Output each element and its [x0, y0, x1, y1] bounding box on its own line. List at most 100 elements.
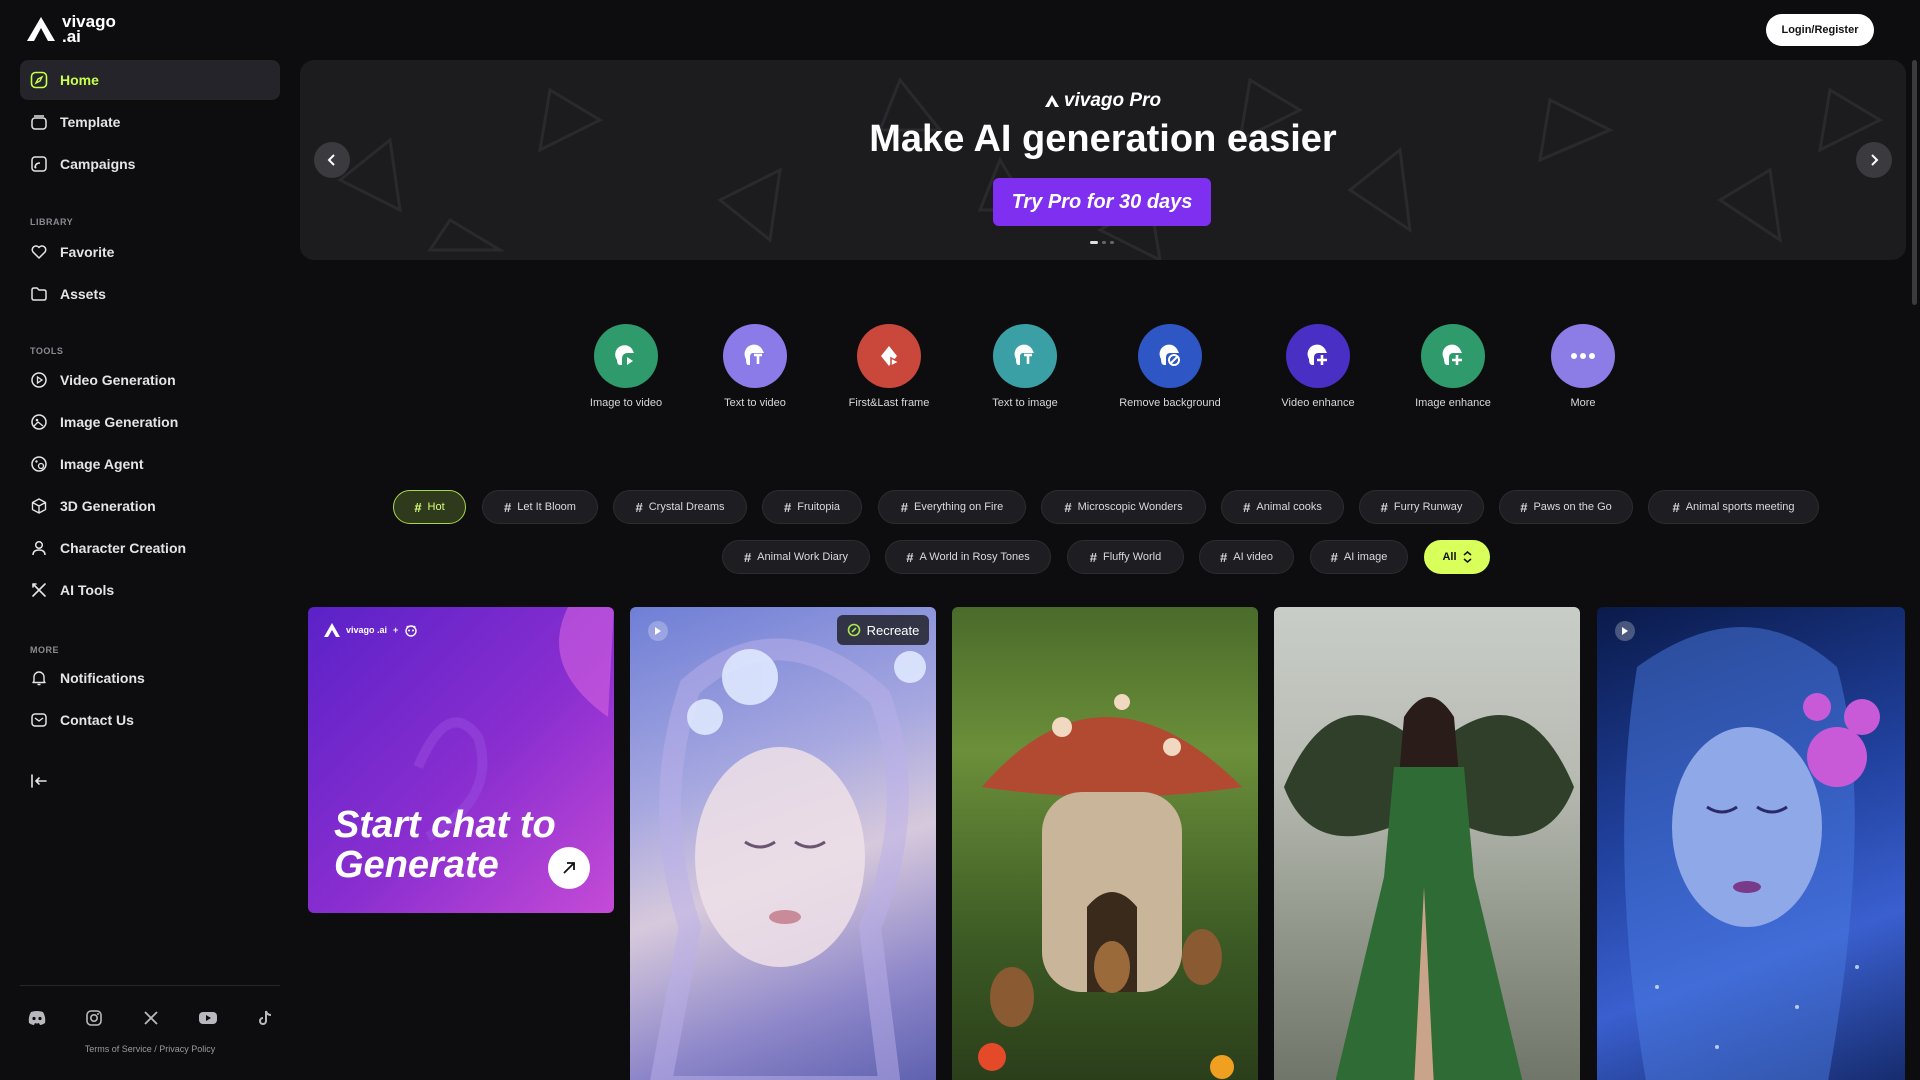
- hash-icon: #: [1672, 499, 1680, 515]
- heart-icon: [31, 245, 47, 259]
- sidebar-item-character-creation[interactable]: Character Creation: [20, 528, 280, 568]
- vivago-logo[interactable]: vivago .ai: [26, 13, 116, 45]
- discord-icon[interactable]: [26, 1008, 48, 1028]
- tiktok-icon[interactable]: [254, 1008, 276, 1028]
- tag-label: Fluffy World: [1102, 551, 1162, 563]
- tag-ai-video[interactable]: # AI video: [1199, 540, 1294, 574]
- sidebar-item-notifications[interactable]: Notifications: [20, 658, 280, 698]
- gallery-card[interactable]: [1597, 607, 1905, 1080]
- sidebar-item-assets[interactable]: Assets: [20, 274, 280, 314]
- agent-icon: [31, 456, 47, 472]
- legal-separator: /: [154, 1044, 157, 1054]
- tag-animal-cooks[interactable]: # Animal cooks: [1221, 490, 1344, 524]
- recreate-label: Recreate: [866, 622, 920, 638]
- cube-icon: [31, 498, 47, 514]
- text-to-video-icon: [723, 324, 787, 388]
- banner-title: Make AI generation easier: [869, 118, 1337, 160]
- banner-dot[interactable]: [1110, 241, 1114, 244]
- vivago-logo-icon: [1044, 95, 1059, 107]
- sidebar-item-label: Notifications: [60, 670, 145, 686]
- legal-links: Terms of Service / Privacy Policy: [0, 1044, 300, 1054]
- tag-label: Crystal Dreams: [648, 501, 725, 513]
- sidebar-item-label: Image Generation: [60, 414, 179, 430]
- sidebar-item-image-generation[interactable]: Image Generation: [20, 402, 280, 442]
- more-dots-icon: [1551, 324, 1615, 388]
- sidebar-item-favorite[interactable]: Favorite: [20, 232, 280, 272]
- collapse-icon: [31, 774, 47, 788]
- banner-dot[interactable]: [1102, 241, 1106, 244]
- banner-next-button[interactable]: [1856, 142, 1892, 178]
- tag-label: All: [1442, 551, 1457, 563]
- sidebar-item-label: Character Creation: [60, 540, 187, 556]
- x-icon[interactable]: [140, 1008, 162, 1028]
- sidebar: vivago .ai Home Template Campaigns LIBRAR…: [0, 0, 290, 1080]
- try-pro-button[interactable]: Try Pro for 30 days: [993, 178, 1211, 226]
- tool-label: More: [1570, 397, 1596, 409]
- tag-microscopic-wonders[interactable]: # Microscopic Wonders: [1041, 490, 1206, 524]
- sidebar-item-template[interactable]: Template: [20, 102, 280, 142]
- tool-remove-background[interactable]: Remove background: [1090, 324, 1250, 409]
- tag-label: Furry Runway: [1393, 501, 1463, 513]
- tag-let-it-bloom[interactable]: # Let It Bloom: [482, 490, 598, 524]
- tag-label: Animal cooks: [1256, 501, 1322, 513]
- sidebar-item-contact-us[interactable]: Contact Us: [20, 700, 280, 740]
- tag-fruitopia[interactable]: # Fruitopia: [762, 490, 862, 524]
- recreate-button[interactable]: Recreate: [837, 615, 929, 645]
- tag-ai-image[interactable]: # AI image: [1310, 540, 1408, 574]
- library-section-label: LIBRARY: [30, 217, 74, 227]
- social-links: [26, 1008, 276, 1028]
- tag-crystal-dreams[interactable]: # Crystal Dreams: [613, 490, 747, 524]
- youtube-icon[interactable]: [197, 1008, 219, 1028]
- first-last-frame-icon: [857, 324, 921, 388]
- sidebar-item-ai-tools[interactable]: AI Tools: [20, 570, 280, 610]
- sidebar-item-label: Campaigns: [60, 156, 136, 172]
- chevron-right-icon: [1871, 154, 1879, 166]
- collapse-sidebar-button[interactable]: [30, 772, 50, 792]
- sidebar-item-home[interactable]: Home: [20, 60, 280, 100]
- hash-icon: #: [504, 499, 512, 515]
- card-image: [650, 638, 926, 1080]
- tag-everything-on-fire[interactable]: # Everything on Fire: [878, 490, 1026, 524]
- terms-link[interactable]: Terms of Service: [85, 1044, 152, 1054]
- more-section-label: MORE: [30, 645, 59, 655]
- recreate-icon: [847, 623, 860, 637]
- promo-banner[interactable]: vivago Pro Make AI generation easier Try…: [300, 60, 1906, 260]
- tag-fluffy-world[interactable]: # Fluffy World: [1067, 540, 1184, 574]
- template-icon: [31, 115, 47, 130]
- privacy-link[interactable]: Privacy Policy: [159, 1044, 215, 1054]
- tool-text-to-image[interactable]: Text to image: [945, 324, 1105, 409]
- promo-arrow-button[interactable]: [548, 847, 590, 889]
- image-enhance-icon: [1421, 324, 1485, 388]
- sidebar-item-image-agent[interactable]: Image Agent: [20, 444, 280, 484]
- tool-more[interactable]: More: [1503, 324, 1663, 409]
- gallery-card[interactable]: Recreate: [630, 607, 936, 1080]
- banner-prev-button[interactable]: [314, 142, 350, 178]
- hash-icon: #: [1220, 549, 1228, 565]
- tag-furry-runway[interactable]: # Furry Runway: [1359, 490, 1484, 524]
- sidebar-item-video-generation[interactable]: Video Generation: [20, 360, 280, 400]
- tag-paws-on-the-go[interactable]: # Paws on the Go: [1499, 490, 1633, 524]
- tag-a-world-in-rosy-tones[interactable]: # A World in Rosy Tones: [885, 540, 1051, 574]
- page-scrollbar[interactable]: [1912, 60, 1917, 305]
- sidebar-item-label: 3D Generation: [60, 498, 156, 514]
- gallery-card[interactable]: [952, 607, 1258, 1080]
- tag-all-dropdown[interactable]: All: [1424, 540, 1490, 574]
- tag-hot[interactable]: # Hot: [393, 490, 466, 524]
- tag-label: Animal Work Diary: [757, 551, 849, 563]
- hash-icon: #: [1089, 549, 1097, 565]
- hash-icon: #: [783, 499, 792, 515]
- login-register-button[interactable]: Login/Register: [1766, 14, 1874, 46]
- owl-icon: [405, 625, 417, 637]
- tag-animal-sports-meeting[interactable]: # Animal sports meeting: [1648, 490, 1819, 524]
- banner-dot[interactable]: [1090, 241, 1098, 244]
- instagram-icon[interactable]: [83, 1008, 105, 1028]
- tag-animal-work-diary[interactable]: # Animal Work Diary: [722, 540, 870, 574]
- campaign-icon: [31, 156, 47, 172]
- hash-icon: #: [1380, 499, 1388, 515]
- vivago-logo-icon: [27, 17, 55, 41]
- sidebar-item-campaigns[interactable]: Campaigns: [20, 144, 280, 184]
- start-chat-card[interactable]: vivago .ai + Start chat to Generate: [308, 607, 614, 913]
- sidebar-item-3d-generation[interactable]: 3D Generation: [20, 486, 280, 526]
- sidebar-item-label: Contact Us: [60, 712, 134, 728]
- gallery-card[interactable]: [1274, 607, 1580, 1080]
